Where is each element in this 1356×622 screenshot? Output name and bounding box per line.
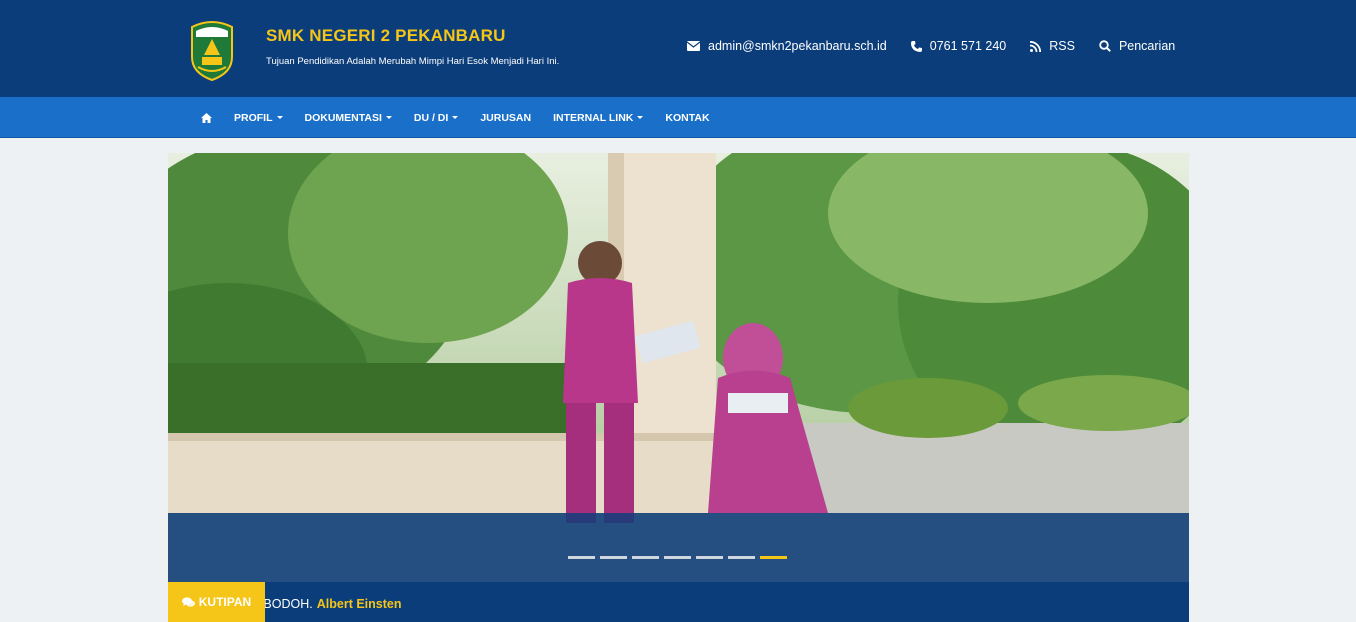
nav-label: JURUSAN bbox=[480, 111, 532, 124]
nav-label: DOKUMENTASI bbox=[304, 111, 382, 124]
comments-icon bbox=[181, 596, 195, 607]
top-header: SMK NEGERI 2 PEKANBARU Tujuan Pendidikan… bbox=[0, 0, 1356, 97]
site-tagline: Tujuan Pendidikan Adalah Merubah Mimpi H… bbox=[266, 56, 560, 67]
slider-indicators bbox=[568, 556, 792, 559]
home-icon bbox=[201, 112, 212, 123]
nav-item-kontak[interactable]: KONTAK bbox=[654, 97, 720, 138]
email-link[interactable]: admin@smkn2pekanbaru.sch.id bbox=[687, 39, 887, 53]
rss-icon bbox=[1030, 40, 1042, 52]
slide-indicator[interactable] bbox=[632, 556, 659, 559]
caret-down-icon bbox=[385, 116, 392, 119]
nav-label: PROFIL bbox=[234, 111, 273, 124]
rss-link[interactable]: RSS bbox=[1030, 39, 1075, 53]
quote-label: KUTIPAN bbox=[168, 582, 265, 622]
caret-down-icon bbox=[276, 116, 283, 119]
nav-item-jurusan[interactable]: JURUSAN bbox=[469, 97, 542, 138]
phone-icon bbox=[910, 40, 922, 52]
email-text: admin@smkn2pekanbaru.sch.id bbox=[708, 39, 887, 53]
nav-item-du-di[interactable]: DU / DI bbox=[403, 97, 469, 138]
phone-text: 0761 571 240 bbox=[929, 39, 1007, 53]
nav-item-internal-link[interactable]: INTERNAL LINK bbox=[542, 97, 654, 138]
slide-indicator[interactable] bbox=[728, 556, 755, 559]
slide-indicator[interactable] bbox=[664, 556, 691, 559]
nav-label: DU / DI bbox=[413, 111, 449, 124]
search-icon bbox=[1099, 40, 1111, 52]
slide-indicator[interactable] bbox=[600, 556, 627, 559]
envelope-icon bbox=[687, 41, 700, 51]
nav-menu: PROFIL DOKUMENTASI DU / DI JURUSAN INTER… bbox=[190, 97, 721, 138]
school-emblem-logo[interactable] bbox=[188, 17, 236, 81]
nav-item-dokumentasi[interactable]: DOKUMENTASI bbox=[294, 97, 403, 138]
header-contacts: admin@smkn2pekanbaru.sch.id 0761 571 240… bbox=[687, 39, 1175, 53]
caret-down-icon bbox=[452, 116, 459, 119]
nav-label: INTERNAL LINK bbox=[553, 111, 634, 124]
slide-indicator[interactable] bbox=[696, 556, 723, 559]
search-link[interactable]: Pencarian bbox=[1099, 39, 1175, 53]
quote-text: a BODOH. Albert Einsten bbox=[253, 597, 402, 611]
nav-item-profil[interactable]: PROFIL bbox=[223, 97, 294, 138]
rss-text: RSS bbox=[1049, 39, 1075, 53]
quote-label-text: KUTIPAN bbox=[198, 595, 252, 609]
nav-home[interactable] bbox=[190, 97, 223, 138]
search-text: Pencarian bbox=[1118, 39, 1176, 53]
caret-down-icon bbox=[637, 116, 644, 119]
slide-indicator-active[interactable] bbox=[760, 556, 787, 559]
slide-caption-bar bbox=[168, 513, 1189, 582]
site-title[interactable]: SMK NEGERI 2 PEKANBARU bbox=[266, 26, 506, 46]
slide-indicator[interactable] bbox=[568, 556, 595, 559]
phone-link[interactable]: 0761 571 240 bbox=[910, 39, 1007, 53]
main-navbar: PROFIL DOKUMENTASI DU / DI JURUSAN INTER… bbox=[0, 97, 1356, 138]
nav-label: KONTAK bbox=[665, 111, 710, 124]
quote-author: Albert Einsten bbox=[316, 597, 402, 611]
